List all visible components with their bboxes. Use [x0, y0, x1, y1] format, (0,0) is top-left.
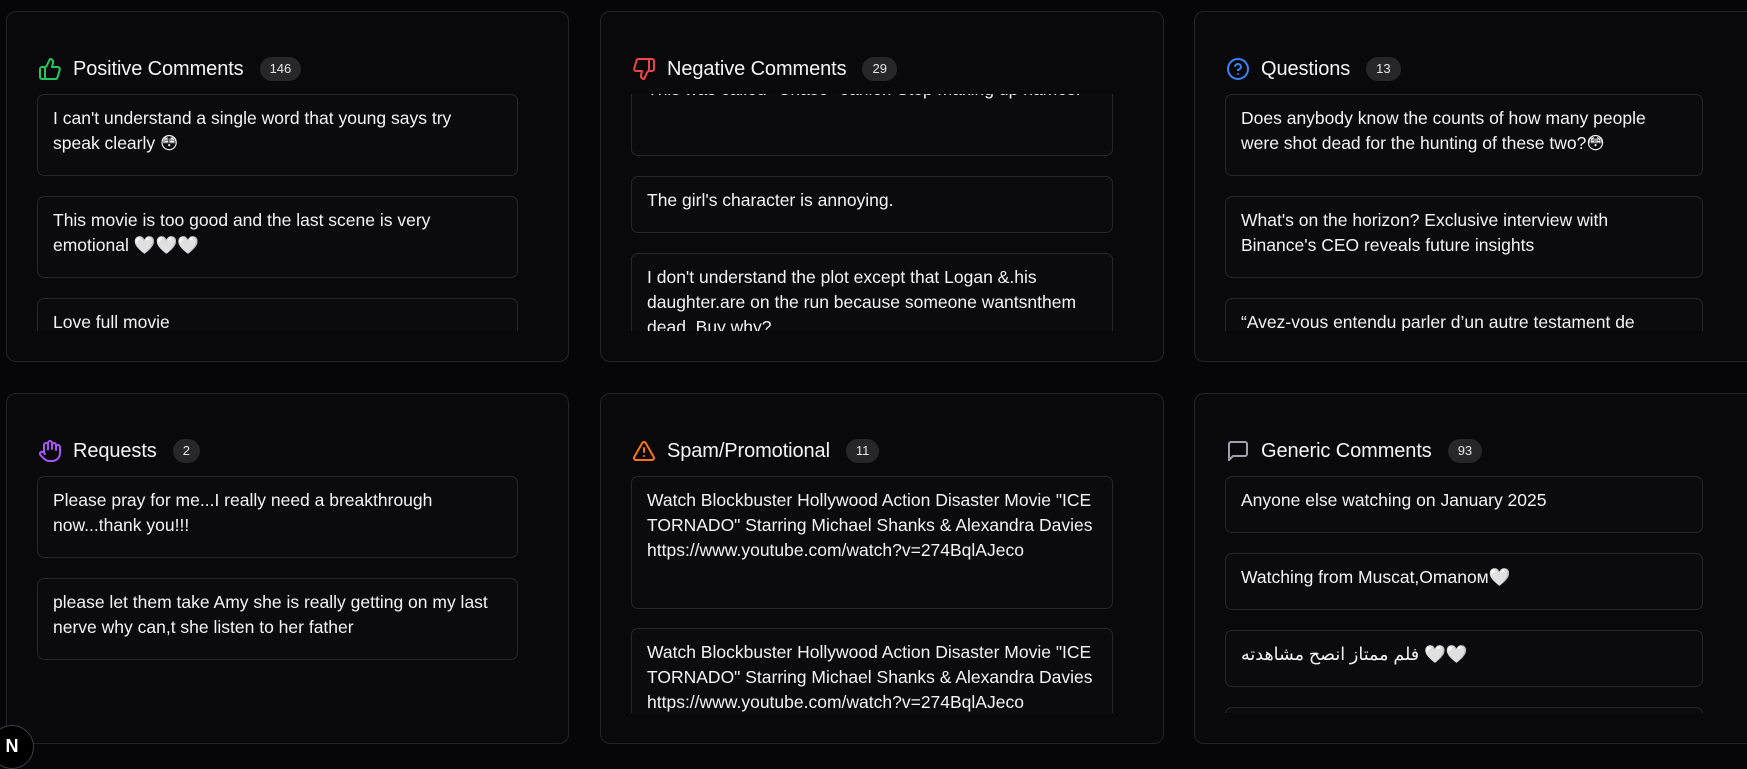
requests-panel: Requests 2 Please pray for me...I really… [6, 393, 569, 744]
comment-list[interactable]: Please pray for me...I really need a bre… [37, 476, 518, 713]
comment-item: Love full movie [37, 298, 518, 331]
comment-item: I don't understand the plot except that … [631, 253, 1113, 331]
panel-header: Requests 2 [37, 436, 200, 466]
spam-promotional-panel: Spam/Promotional 11 Watch Blockbuster Ho… [600, 393, 1164, 744]
count-badge: 13 [1366, 57, 1401, 81]
comment-item: Watch Blockbuster Hollywood Action Disas… [631, 628, 1113, 713]
count-badge: 2 [172, 439, 200, 463]
comment-list[interactable]: Does anybody know the counts of how many… [1225, 94, 1703, 331]
comment-item: What's on the horizon? Exclusive intervi… [1225, 196, 1703, 278]
comment-list[interactable]: Watch Blockbuster Hollywood Action Disas… [631, 476, 1113, 713]
count-badge: 29 [862, 57, 897, 81]
comment-item: This was called "Chase" earlier. Stop ma… [631, 94, 1113, 156]
comment-item: please let them take Amy she is really g… [37, 578, 518, 660]
message-square-icon [1225, 438, 1251, 464]
questions-panel: Questions 13 Does anybody know the count… [1194, 11, 1747, 362]
comment-item: This movie is too good and the last scen… [37, 196, 518, 278]
panel-title: Positive Comments [73, 57, 244, 80]
comment-item: Please pray for me...I really need a bre… [37, 476, 518, 558]
thumbs-down-icon [631, 56, 657, 82]
comment-item [1225, 707, 1703, 713]
comment-list[interactable]: Anyone else watching on January 2025 Wat… [1225, 476, 1703, 713]
negative-comments-panel: Negative Comments 29 This was called "Ch… [600, 11, 1164, 362]
panel-header: Spam/Promotional 11 [631, 436, 880, 466]
generic-comments-panel: Generic Comments 93 Anyone else watching… [1194, 393, 1747, 744]
panel-header: Positive Comments 146 [37, 54, 302, 84]
comment-item: فلم ممتاز انصح مشاهدته 🤍🤍 [1225, 630, 1703, 687]
comment-item: Watching from Muscat,Omanом🤍 [1225, 553, 1703, 610]
count-badge: 93 [1447, 439, 1483, 463]
panel-title: Questions [1261, 57, 1351, 80]
comment-list[interactable]: This was called "Chase" earlier. Stop ma… [631, 94, 1113, 331]
comment-item: Anyone else watching on January 2025 [1225, 476, 1703, 533]
thumbs-up-icon [37, 56, 63, 82]
comment-item: Does anybody know the counts of how many… [1225, 94, 1703, 176]
panel-header: Negative Comments 29 [631, 54, 897, 84]
panel-header: Generic Comments 93 [1225, 436, 1483, 466]
panel-title: Negative Comments [667, 57, 847, 80]
comment-item: “Avez-vous entendu parler d’un autre tes… [1225, 298, 1703, 331]
panel-title: Generic Comments [1261, 439, 1432, 462]
warning-triangle-icon [631, 438, 657, 464]
panel-title: Requests [73, 439, 157, 462]
hand-icon [37, 438, 63, 464]
positive-comments-panel: Positive Comments 146 I can't understand… [6, 11, 569, 362]
comment-item: I can't understand a single word that yo… [37, 94, 518, 176]
question-circle-icon [1225, 56, 1251, 82]
comment-list[interactable]: I can't understand a single word that yo… [37, 94, 518, 331]
count-badge: 11 [845, 439, 880, 463]
panel-title: Spam/Promotional [667, 439, 830, 462]
panel-header: Questions 13 [1225, 54, 1401, 84]
comment-item: Watch Blockbuster Hollywood Action Disas… [631, 476, 1113, 609]
count-badge: 146 [259, 57, 302, 81]
comment-item: The girl's character is annoying. [631, 176, 1113, 233]
